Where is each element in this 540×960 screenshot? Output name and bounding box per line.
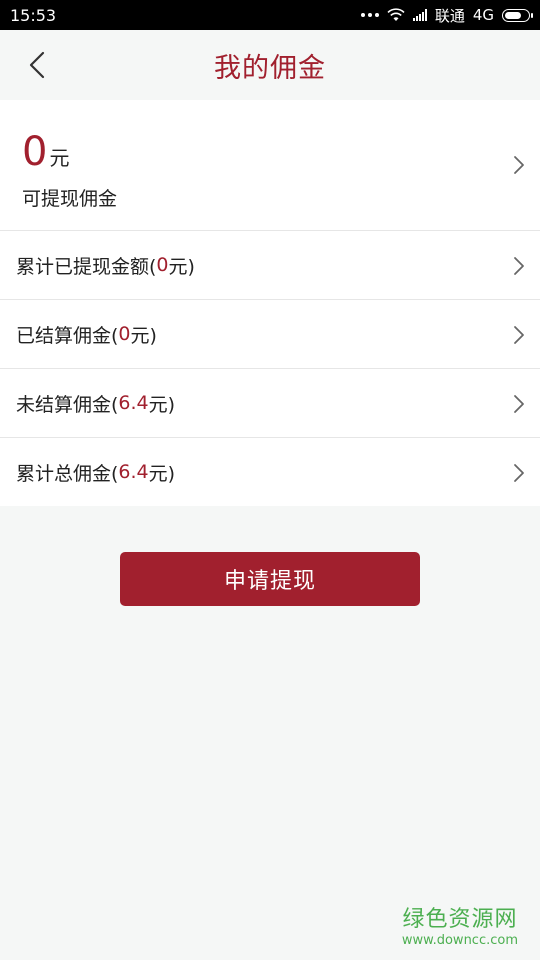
item-suffix: 元) — [130, 324, 157, 347]
signal-icon — [412, 9, 427, 21]
chevron-left-icon — [29, 51, 45, 79]
chevron-right-icon — [514, 257, 524, 275]
status-indicators: 联通 4G — [360, 5, 533, 26]
item-value: 6.4 — [118, 392, 149, 414]
item-value: 0 — [118, 323, 131, 345]
chevron-right-icon — [514, 326, 524, 344]
chevron-right-icon — [514, 156, 524, 174]
carrier-label: 联通 — [434, 6, 465, 25]
watermark-url: www.downcc.com — [401, 933, 518, 948]
item-prefix: 累计总佣金( — [16, 462, 119, 485]
withdrawable-amount: 0 元 — [22, 132, 69, 172]
amount-value: 0 — [22, 129, 48, 175]
chevron-right-icon — [514, 395, 524, 413]
network-label: 4G — [472, 6, 494, 24]
commission-list: 累计已提现金额(0 元) 已结算佣金(0 元) 未结算佣金(6.4 元) 累计总佣金(… — [0, 231, 540, 506]
chevron-right-icon — [514, 464, 524, 482]
list-item-settled[interactable]: 已结算佣金(0 元) — [0, 300, 540, 369]
nav-bar: 我的佣金 — [0, 30, 540, 100]
list-item-total-withdrawn[interactable]: 累计已提现金额(0 元) — [0, 231, 540, 300]
apply-withdraw-button[interactable]: 申请提现 — [120, 552, 420, 606]
amount-unit: 元 — [49, 146, 70, 170]
item-suffix: 元) — [148, 393, 176, 416]
item-suffix: 元) — [168, 255, 195, 278]
battery-icon — [502, 8, 533, 22]
back-button[interactable] — [22, 50, 52, 80]
status-time: 15:53 — [10, 5, 57, 25]
status-bar: 15:53 联通 4G — [0, 0, 540, 30]
watermark-name: 绿色资源网 — [402, 907, 518, 932]
item-value: 0 — [156, 254, 169, 276]
item-value: 6.4 — [118, 461, 149, 483]
item-prefix: 累计已提现金额( — [16, 255, 157, 278]
item-prefix: 未结算佣金( — [16, 393, 119, 416]
list-item-unsettled[interactable]: 未结算佣金(6.4 元) — [0, 369, 540, 438]
watermark-logo: 绿色资源网 www.downcc.com — [402, 901, 518, 948]
notification-dots-icon — [360, 13, 379, 17]
page-title: 我的佣金 — [214, 52, 326, 84]
item-prefix: 已结算佣金( — [16, 324, 119, 347]
wifi-icon — [387, 8, 405, 21]
withdrawable-commission-card[interactable]: 0 元 可提现佣金 — [0, 100, 540, 231]
item-suffix: 元) — [148, 462, 176, 485]
withdrawable-label: 可提现佣金 — [22, 188, 118, 210]
list-item-total-commission[interactable]: 累计总佣金(6.4 元) — [0, 438, 540, 506]
